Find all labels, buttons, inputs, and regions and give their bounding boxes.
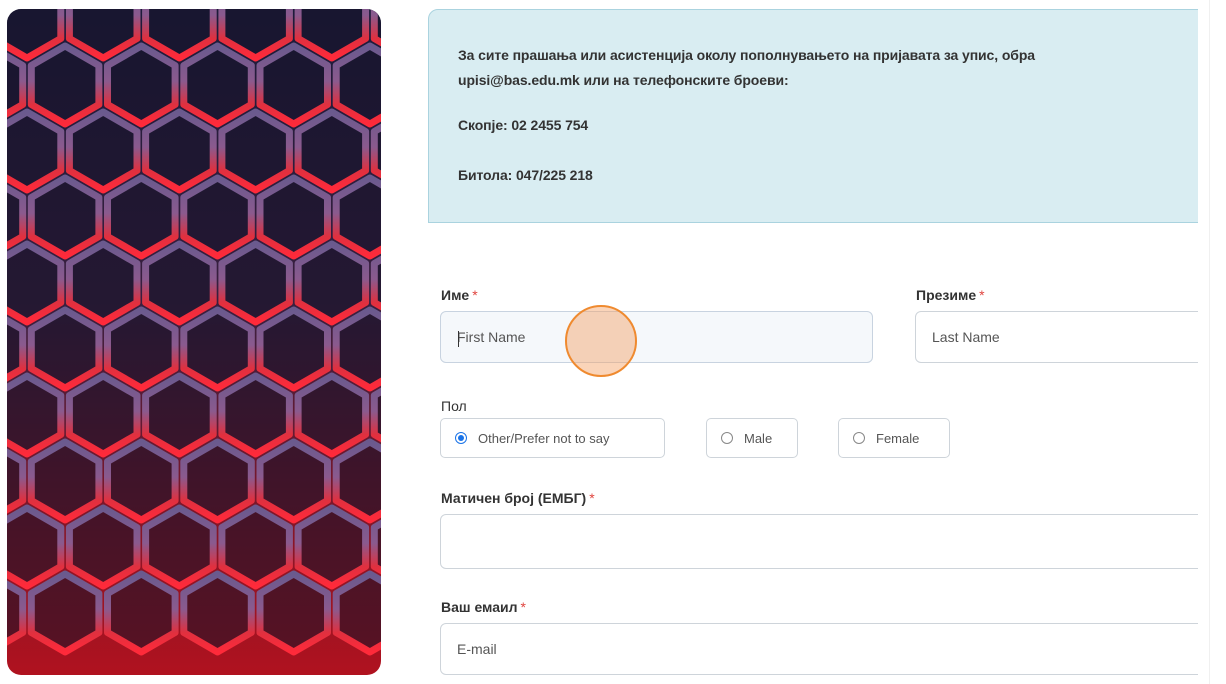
hexagon-cell — [294, 372, 370, 458]
gender-option-label: Male — [744, 430, 773, 446]
hexagon-cell — [332, 42, 381, 128]
email-label: Ваш емаил * — [441, 599, 526, 615]
gender-option-female[interactable]: Female — [838, 418, 950, 458]
hexagon-cell — [65, 372, 141, 458]
gender-label: Пол — [441, 398, 467, 414]
hexagon-cell — [180, 42, 255, 128]
hexagon-cell — [27, 570, 103, 656]
hexagon-cell — [180, 306, 255, 392]
embg-label: Матичен број (ЕМБГ) * — [441, 490, 595, 506]
hexagon-cell — [65, 240, 141, 326]
hexagon-cell — [294, 108, 370, 194]
required-marker: * — [520, 599, 526, 615]
hexagon-cell — [180, 570, 255, 656]
hexagon-cell — [256, 570, 331, 656]
email-label-text: Ваш емаил — [441, 599, 518, 615]
hexagon-cell — [7, 240, 65, 326]
hexagon-cell — [27, 42, 103, 128]
last-name-label-text: Презиме — [916, 287, 977, 303]
hexagon-cell — [294, 504, 370, 590]
radio-checked-icon[interactable] — [455, 432, 467, 444]
hexagon-cell — [218, 504, 293, 590]
hexagon-cell — [332, 438, 381, 524]
hexagon-cell — [332, 174, 381, 260]
hexagon-cell — [256, 174, 331, 260]
hexagon-cell — [142, 108, 217, 194]
required-marker: * — [589, 490, 595, 506]
hexagon-cell — [27, 306, 103, 392]
hexagon-cell — [104, 42, 179, 128]
hexagon-cell — [332, 306, 381, 392]
hexagon-cell — [142, 372, 217, 458]
hexagon-cell — [142, 240, 217, 326]
phone-skopje: Скопје: 02 2455 754 — [458, 117, 589, 133]
hexagon-cell — [104, 570, 179, 656]
required-marker: * — [979, 287, 985, 303]
phone-bitola: Битола: 047/225 218 — [458, 167, 593, 183]
hexagon-cell — [218, 108, 293, 194]
hexagon-cell — [142, 504, 217, 590]
hexagon-cell — [294, 240, 370, 326]
gender-option-other[interactable]: Other/Prefer not to say — [440, 418, 665, 458]
embg-label-text: Матичен број (ЕМБГ) — [441, 490, 587, 506]
hexagon-cell — [332, 570, 381, 656]
info-text-line2: upisi@bas.edu.mk или на телефонските бро… — [458, 72, 789, 88]
hexagon-cell — [7, 372, 65, 458]
hexagon-cell — [104, 174, 179, 260]
hexagon-cell — [256, 42, 331, 128]
embg-input[interactable] — [440, 514, 1198, 569]
radio-unchecked-icon[interactable] — [853, 432, 865, 444]
hexagon-cell — [180, 174, 255, 260]
email-input[interactable] — [440, 623, 1198, 675]
hexagon-cell — [27, 438, 103, 524]
hexagon-cell — [218, 240, 293, 326]
page-scrollbar[interactable] — [1209, 0, 1226, 684]
hexagon-cell — [218, 372, 293, 458]
gender-option-label: Other/Prefer not to say — [478, 430, 610, 446]
hexagon-cell — [27, 174, 103, 260]
text-caret — [458, 331, 459, 347]
gender-option-label: Female — [876, 430, 920, 446]
last-name-input[interactable] — [915, 311, 1198, 363]
hexagon-cell — [65, 504, 141, 590]
click-highlight-indicator — [565, 305, 637, 377]
first-name-label-text: Име — [441, 287, 470, 303]
hexagon-cell — [180, 438, 255, 524]
hexagon-cell — [65, 108, 141, 194]
first-name-label: Име * — [441, 287, 478, 303]
info-text-line1: За сите прашања или асистенција околу по… — [458, 47, 1035, 63]
hexagon-background-image — [7, 9, 381, 675]
hexagon-cell — [104, 438, 179, 524]
hexagon-cell — [256, 438, 331, 524]
application-form-card: За сите прашања или асистенција околу по… — [412, 9, 1198, 675]
hexagon-cell — [256, 306, 331, 392]
hexagon-cell — [7, 108, 65, 194]
required-marker: * — [472, 287, 478, 303]
first-name-input[interactable] — [440, 311, 873, 363]
contact-info-box: За сите прашања или асистенција околу по… — [428, 9, 1198, 223]
hexagon-cell — [7, 504, 65, 590]
hexagon-cell — [104, 306, 179, 392]
last-name-label: Презиме * — [916, 287, 985, 303]
radio-unchecked-icon[interactable] — [721, 432, 733, 444]
gender-option-male[interactable]: Male — [706, 418, 798, 458]
